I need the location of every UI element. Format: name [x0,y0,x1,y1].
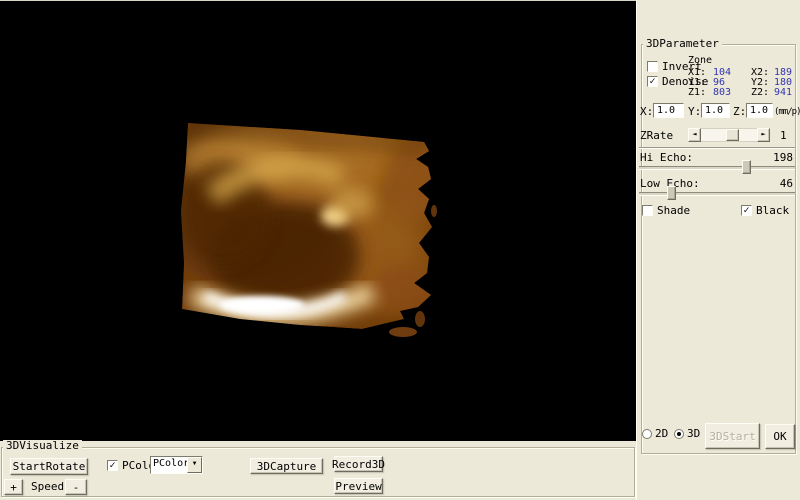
pcolor-checkbox[interactable]: ✓ [107,460,118,471]
shade-checkbox[interactable] [642,205,653,216]
visualize-panel: 3DVisualize StartRotate + Speed - ✓ PCol… [0,441,636,500]
hi-echo-track[interactable] [639,166,795,170]
hi-echo-thumb[interactable] [742,160,751,174]
record-3d-button[interactable]: Record3D [334,456,383,472]
pcolor-dropdown[interactable]: PColor ▼ [150,456,203,474]
black-label: Black [756,205,789,217]
mode-2d-radio[interactable] [642,429,652,439]
check-icon: ✓ [743,205,749,216]
hi-echo-value: 198 [773,152,793,164]
visualize-groupbox-title: 3DVisualize [3,440,82,452]
zone-z1-value: 803 [713,87,731,98]
check-icon: ✓ [649,76,655,87]
scale-y-input[interactable] [701,103,730,118]
app-window: 3DParameter Invert ✓ Denoise Zone X1: 10… [0,0,800,500]
preview-button[interactable]: Preview [334,478,383,494]
zone-z2-value: 941 [774,87,792,98]
scale-x-input[interactable] [653,103,684,118]
scale-z-input[interactable] [746,103,773,118]
pcolor-dropdown-value: PColor [151,457,187,473]
speed-label: Speed [31,481,64,493]
ultrasound-volume [0,1,636,441]
zone-z2-label: Z2: [751,87,769,98]
separator [639,147,795,149]
low-echo-thumb[interactable] [667,186,676,200]
scale-y-label: Y: [688,106,701,118]
start3d-button[interactable]: 3DStart [705,423,760,449]
zrate-value: 1 [780,130,787,142]
zrate-thumb[interactable] [726,129,739,141]
zrate-label: ZRate [640,130,673,142]
shade-label: Shade [657,205,690,217]
scale-unit-label: (mm/p) [774,106,800,118]
mode-2d-label: 2D [655,428,668,440]
invert-checkbox[interactable] [647,61,658,72]
zone-title: Zone [688,55,712,66]
mode-3d-label: 3D [687,428,700,440]
parameter-panel: 3DParameter Invert ✓ Denoise Zone X1: 10… [636,0,800,500]
zrate-track[interactable] [701,128,757,142]
scale-x-label: X: [640,106,653,118]
low-echo-track[interactable] [639,192,795,196]
zrate-left-arrow-icon[interactable]: ◄ [688,128,701,142]
zone-z1-label: Z1: [688,87,706,98]
speed-minus-button[interactable]: - [65,479,87,495]
hi-echo-label: Hi Echo: [640,152,693,164]
ultrasound-viewport[interactable] [0,0,636,441]
check-icon: ✓ [109,460,115,471]
black-checkbox[interactable]: ✓ [741,205,752,216]
low-echo-value: 46 [780,178,793,190]
speed-plus-button[interactable]: + [4,479,23,495]
start-rotate-button[interactable]: StartRotate [10,458,88,475]
mode-3d-radio[interactable] [674,429,684,439]
zrate-scrollbar[interactable]: ◄ ► [688,128,770,142]
zrate-right-arrow-icon[interactable]: ► [757,128,770,142]
capture-3d-button[interactable]: 3DCapture [250,458,323,474]
ok-button[interactable]: OK [765,424,795,449]
scale-z-label: Z: [733,106,746,118]
denoise-checkbox[interactable]: ✓ [647,76,658,87]
dropdown-arrow-icon[interactable]: ▼ [187,457,202,473]
parameter-groupbox-title: 3DParameter [643,38,722,50]
